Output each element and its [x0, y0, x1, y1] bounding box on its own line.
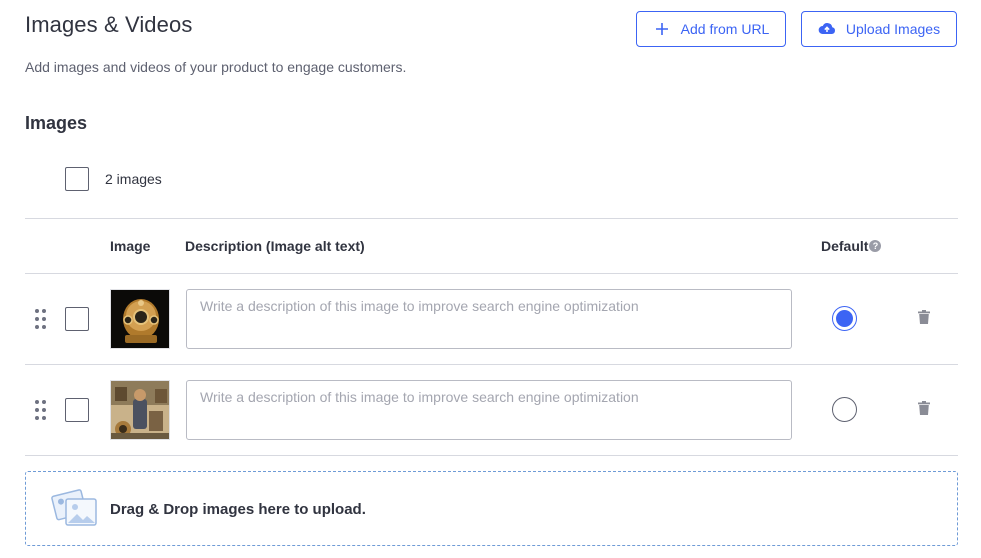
- column-header-default-label: Default: [821, 238, 869, 254]
- page-subtitle: Add images and videos of your product to…: [25, 59, 407, 75]
- table-row: [25, 364, 958, 455]
- add-from-url-button[interactable]: Add from URL: [636, 11, 786, 47]
- divider: [25, 455, 958, 456]
- image-gallery-icon: [50, 487, 98, 529]
- add-from-url-label: Add from URL: [680, 21, 770, 37]
- plus-icon: [653, 20, 671, 38]
- select-all-checkbox[interactable]: [65, 167, 89, 191]
- image-count-label: 2 images: [105, 171, 162, 187]
- drag-handle-icon[interactable]: [35, 400, 47, 422]
- column-header-description: Description (Image alt text): [185, 238, 365, 254]
- divider: [25, 218, 958, 219]
- image-description-input[interactable]: [186, 289, 792, 349]
- trash-icon[interactable]: [917, 310, 931, 327]
- image-description-input[interactable]: [186, 380, 792, 440]
- default-image-radio[interactable]: [832, 397, 857, 422]
- question-circle-icon[interactable]: ?: [869, 240, 882, 252]
- image-thumbnail[interactable]: [110, 380, 170, 440]
- upload-images-button[interactable]: Upload Images: [801, 11, 957, 47]
- upload-images-label: Upload Images: [845, 21, 941, 37]
- dropzone-text: Drag & Drop images here to upload.: [110, 501, 366, 518]
- images-section-title: Images: [25, 113, 88, 133]
- row-select-checkbox[interactable]: [65, 307, 89, 331]
- page-title: Images & Videos: [25, 12, 193, 37]
- image-dropzone[interactable]: Drag & Drop images here to upload.: [25, 471, 958, 546]
- column-header-default: Default ?: [821, 238, 882, 254]
- drag-handle-icon[interactable]: [35, 309, 47, 331]
- row-select-checkbox[interactable]: [65, 398, 89, 422]
- trash-icon[interactable]: [917, 401, 931, 418]
- cloud-upload-icon: [818, 20, 836, 38]
- table-row: [25, 273, 958, 364]
- default-image-radio[interactable]: [832, 306, 857, 331]
- image-thumbnail[interactable]: [110, 289, 170, 349]
- column-header-image: Image: [110, 238, 151, 254]
